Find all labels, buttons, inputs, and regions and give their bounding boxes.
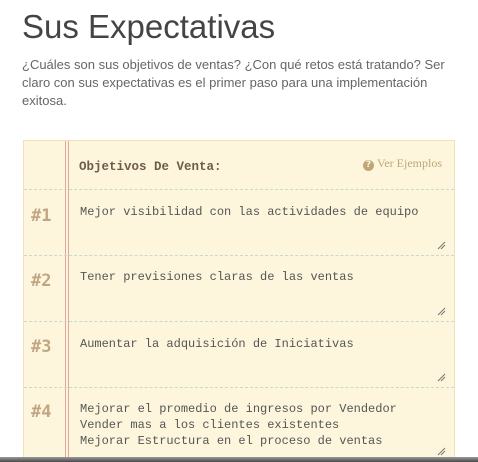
goal-row-2: #2 Tener previsiones claras de las venta… [24,255,454,322]
intro-text: ¿Cuáles son sus objetivos de ventas? ¿Co… [22,57,445,108]
resize-handle-icon[interactable] [436,240,446,250]
view-examples-link[interactable]: ? Ver Ejemplos [363,156,442,171]
goal-number: #1 [31,206,52,226]
goal-textarea-1[interactable]: Mejor visibilidad con las actividades de… [80,204,446,220]
goal-row-3: #3 Aumentar la adquisición de Iniciativa… [24,321,454,388]
goal-textarea-4[interactable]: Mejorar el promedio de ingresos por Vend… [80,401,446,449]
sales-goals-label: Objetivos De Venta: [79,160,222,174]
goal-number: #4 [31,402,52,422]
view-examples-label: Ver Ejemplos [377,156,442,170]
resize-handle-icon[interactable] [436,306,446,316]
goal-row-1: #1 Mejor visibilidad con las actividades… [24,189,454,256]
resize-handle-icon[interactable] [436,446,446,456]
goal-textarea-2[interactable]: Tener previsiones claras de las ventas [80,269,446,285]
goal-number: #3 [31,337,52,357]
goal-number: #2 [31,271,52,291]
goal-textarea-3[interactable]: Aumentar la adquisición de Iniciativas [80,336,446,352]
sales-goals-notepad: Objetivos De Venta: ? Ver Ejemplos #1 Mej… [23,140,455,462]
page-title: Sus Expectativas [22,8,276,45]
bottom-shadow-bar [0,457,478,462]
resize-handle-icon[interactable] [436,372,446,382]
notepad-header: Objetivos De Venta: ? Ver Ejemplos [24,141,454,189]
goal-row-4: #4 Mejorar el promedio de ingresos por V… [24,387,454,462]
question-circle-icon: ? [363,160,374,171]
